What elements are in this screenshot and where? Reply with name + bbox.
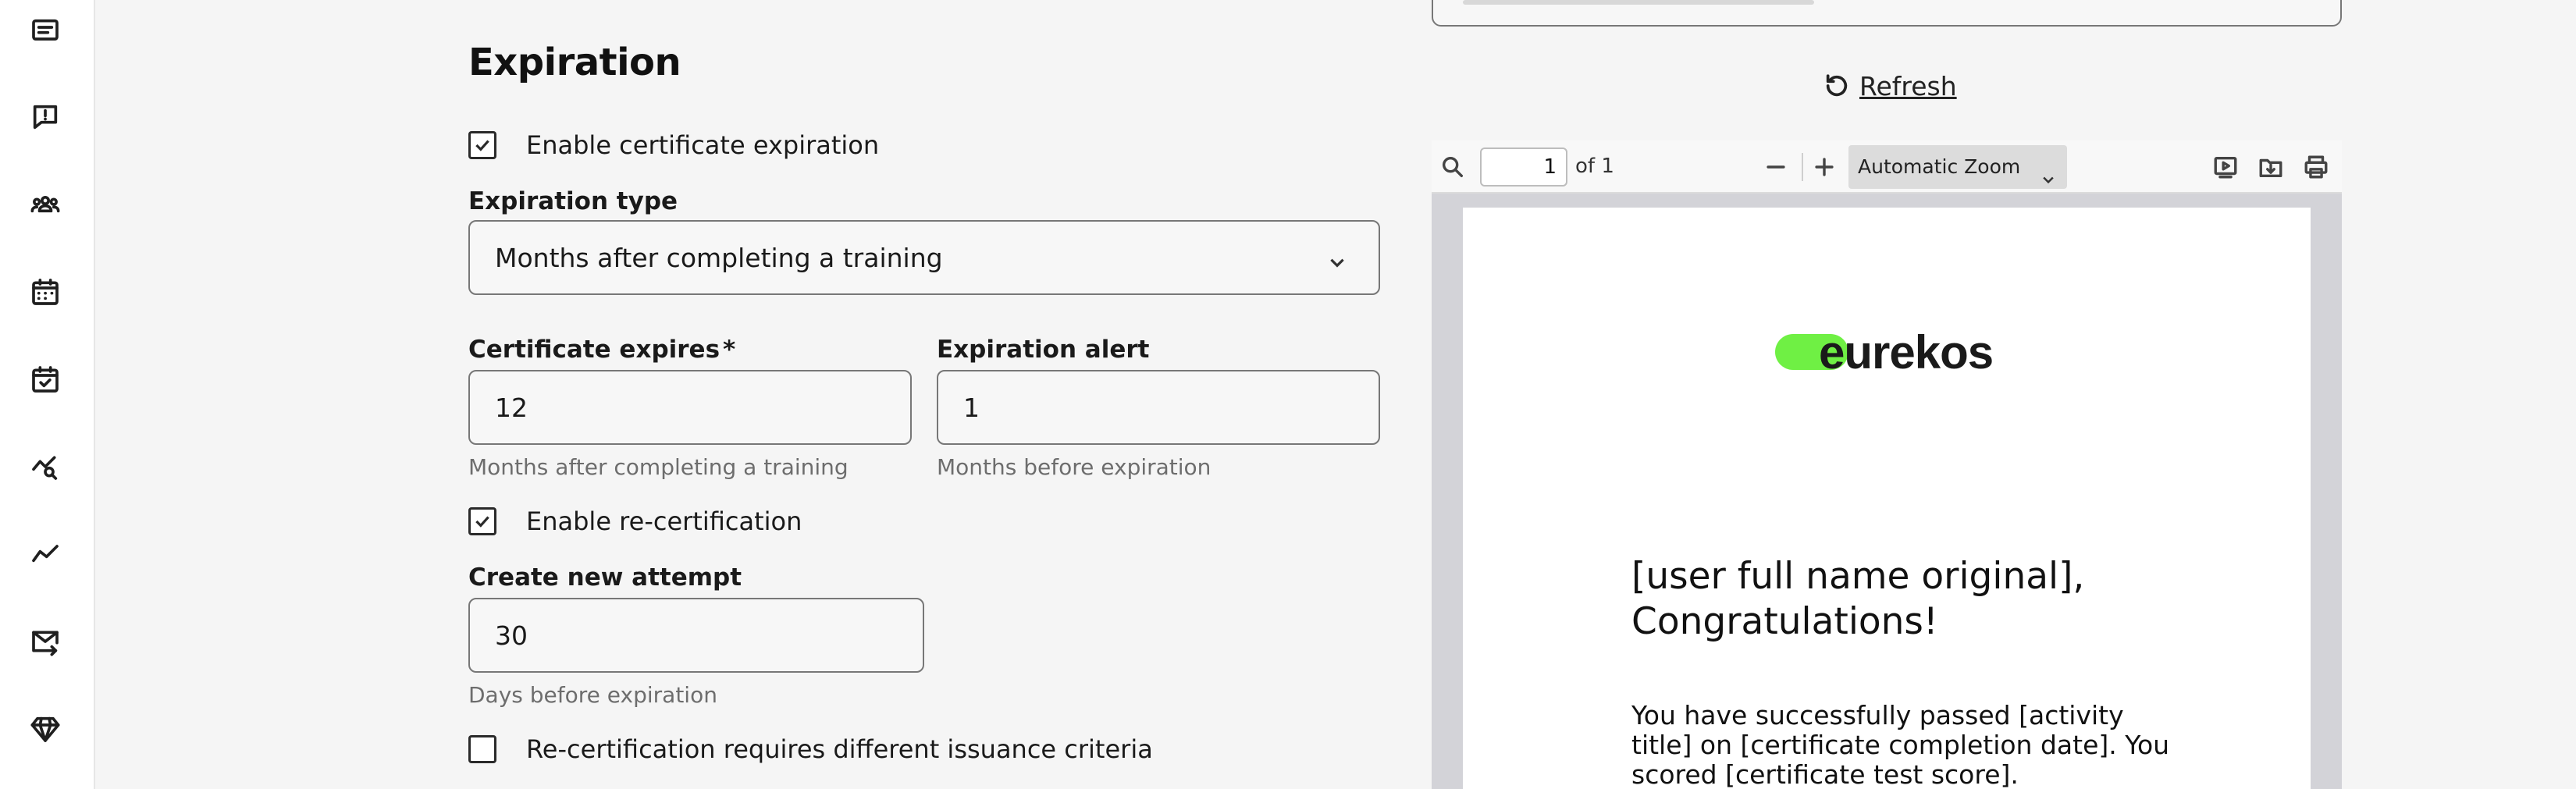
enable-expiration-checkbox[interactable] (468, 131, 496, 159)
expiration-alert-value: 1 (963, 392, 980, 423)
eurekos-logo: eurekos (1775, 325, 1994, 379)
zoom-out-icon[interactable] (1763, 154, 1789, 180)
presentation-mode-icon[interactable] (2212, 154, 2239, 180)
expiration-alert-hint: Months before expiration (937, 454, 1212, 480)
chevron-down-icon (1327, 248, 1347, 268)
analytics-search-icon[interactable] (28, 450, 62, 484)
expiration-type-select[interactable]: Months after completing a training (468, 220, 1380, 295)
certificate-expires-hint: Months after completing a training (468, 454, 849, 480)
certificate-expires-value: 12 (495, 392, 528, 423)
expiration-alert-input[interactable]: 1 (937, 370, 1380, 445)
pdf-viewer[interactable]: eurekos [user full name original], Congr… (1432, 194, 2342, 789)
zoom-in-icon[interactable] (1811, 154, 1838, 180)
expiration-type-value: Months after completing a training (495, 242, 943, 273)
print-icon[interactable] (2303, 154, 2329, 180)
trend-icon[interactable] (28, 537, 62, 571)
refresh-button[interactable]: Refresh (1823, 69, 1957, 103)
diamond-icon[interactable] (28, 712, 62, 746)
create-attempt-input[interactable]: 30 (468, 598, 924, 673)
search-icon[interactable] (1439, 154, 1466, 180)
chevron-down-icon (2041, 159, 2056, 184)
download-icon[interactable] (2258, 154, 2284, 180)
refresh-icon (1826, 74, 1848, 97)
expiration-alert-label: Expiration alert (937, 336, 1150, 364)
create-attempt-value: 30 (495, 620, 528, 651)
calendar-check-icon[interactable] (28, 362, 62, 396)
pdf-page: eurekos [user full name original], Congr… (1463, 208, 2311, 789)
preview-top-field-placeholder (1463, 0, 1814, 5)
certificate-heading: [user full name original], Congratulatio… (1631, 555, 2085, 643)
checkmark-icon (475, 516, 489, 528)
pdf-toolbar: 1 of 1 Automatic Zoom (1432, 140, 2342, 194)
users-icon[interactable] (28, 187, 62, 222)
page-number-input[interactable]: 1 (1480, 147, 1567, 187)
refresh-label: Refresh (1859, 70, 1957, 101)
enable-expiration-label: Enable certificate expiration (526, 130, 880, 160)
zoom-select[interactable]: Automatic Zoom (1848, 145, 2067, 189)
required-mark: * (723, 336, 736, 364)
toolbar-divider (1802, 153, 1803, 181)
expiration-type-label: Expiration type (468, 187, 678, 215)
certificate-expires-label-text: Certificate expires (468, 336, 720, 364)
certificate-expires-label: Certificate expires * (468, 336, 735, 364)
create-attempt-hint: Days before expiration (468, 682, 717, 708)
sidebar (0, 0, 95, 789)
enable-recert-checkbox-row[interactable]: Enable re-certification (468, 504, 802, 538)
enable-recert-checkbox[interactable] (468, 507, 496, 535)
enable-recert-label: Enable re-certification (526, 506, 802, 536)
certificate-expires-input[interactable]: 12 (468, 370, 912, 445)
calendar-icon[interactable] (28, 275, 62, 309)
different-criteria-label: Re-certification requires different issu… (526, 734, 1153, 764)
logo-text: eurekos (1819, 325, 1994, 379)
presentation-icon[interactable] (28, 14, 62, 48)
create-attempt-label: Create new attempt (468, 563, 742, 592)
checkmark-icon (475, 140, 489, 151)
enable-expiration-checkbox-row[interactable]: Enable certificate expiration (468, 128, 879, 162)
preview-top-field[interactable] (1432, 0, 2342, 27)
certificate-body: You have successfully passed [activity t… (1631, 700, 2170, 789)
zoom-value: Automatic Zoom (1858, 155, 2021, 178)
different-criteria-checkbox[interactable] (468, 735, 496, 763)
mail-send-icon[interactable] (28, 624, 62, 659)
section-title: Expiration (468, 41, 681, 84)
different-criteria-checkbox-row[interactable]: Re-certification requires different issu… (468, 732, 1153, 766)
page-count: of 1 (1575, 155, 1614, 178)
feedback-icon[interactable] (28, 100, 62, 134)
